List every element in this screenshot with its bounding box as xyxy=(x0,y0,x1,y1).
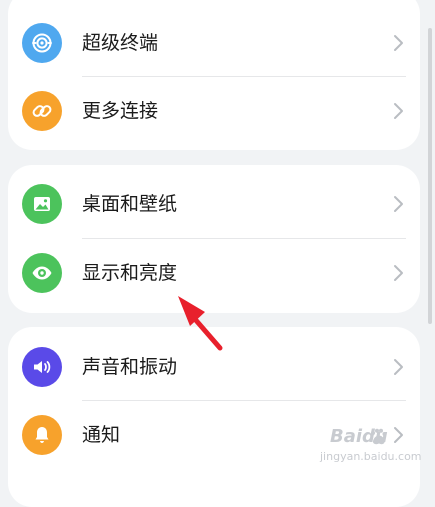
chevron-right-icon xyxy=(394,196,403,212)
bell-icon xyxy=(22,415,62,455)
baidu-watermark: Baidu jingyan.baidu.com xyxy=(318,426,430,476)
settings-item-wallpaper[interactable]: 桌面和壁纸 xyxy=(8,169,420,239)
chevron-right-icon xyxy=(394,35,403,51)
settings-item-more-connections[interactable]: 更多连接 xyxy=(8,76,420,146)
settings-item-label: 更多连接 xyxy=(82,100,159,122)
settings-item-super-device[interactable]: 超级终端 xyxy=(8,8,420,78)
eye-icon xyxy=(22,253,62,293)
scrollbar[interactable] xyxy=(428,28,432,324)
wallpaper-icon xyxy=(22,184,62,224)
settings-group-connectivity: 超级终端 更多连接 xyxy=(8,0,420,150)
settings-item-label: 桌面和壁纸 xyxy=(82,193,178,215)
settings-item-label: 声音和振动 xyxy=(82,356,178,378)
watermark-brand: Baidu xyxy=(330,426,388,447)
chevron-right-icon xyxy=(394,265,403,281)
settings-item-label: 超级终端 xyxy=(82,32,159,54)
settings-item-label: 显示和亮度 xyxy=(82,262,178,284)
settings-item-label: 通知 xyxy=(82,424,121,446)
watermark-site: jingyan.baidu.com xyxy=(320,450,422,463)
settings-group-sound-notification: 声音和振动 通知 xyxy=(8,327,420,507)
link-icon xyxy=(22,91,62,131)
chevron-right-icon xyxy=(394,103,403,119)
annotation-arrow xyxy=(178,296,223,351)
chevron-right-icon xyxy=(394,359,403,375)
speaker-icon xyxy=(22,347,62,387)
super-device-icon xyxy=(22,23,62,63)
